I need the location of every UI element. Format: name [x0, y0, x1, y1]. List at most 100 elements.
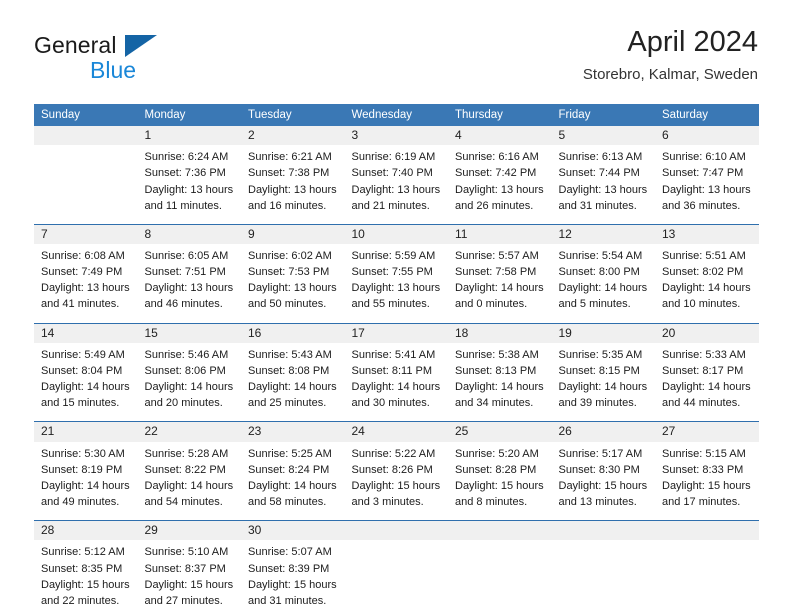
day-cell-14[interactable]: Sunrise: 5:49 AM Sunset: 8:04 PM Daylight:… — [34, 342, 138, 422]
day-info-line: Daylight: 15 hours — [351, 479, 441, 492]
day-info-line: Sunset: 7:49 PM — [41, 266, 123, 279]
day-cell-6[interactable]: Sunrise: 6:10 AM Sunset: 7:47 PM Daylight:… — [655, 145, 759, 225]
day-cell-12[interactable]: Sunrise: 5:54 AM Sunset: 8:00 PM Daylight:… — [551, 244, 655, 324]
day-number-23[interactable]: 23 — [241, 421, 345, 442]
day-info-line: Sunrise: 5:15 AM — [662, 447, 746, 460]
day-info-line: Sunrise: 6:05 AM — [144, 250, 229, 262]
day-number-28[interactable]: 28 — [34, 520, 138, 541]
day-number-7[interactable]: 7 — [34, 223, 138, 244]
day-info-line: Daylight: 15 hours — [41, 578, 130, 591]
day-info-line: Sunrise: 5:49 AM — [41, 348, 125, 361]
day-cell-9[interactable]: Sunrise: 6:02 AM Sunset: 7:53 PM Daylight:… — [241, 244, 345, 324]
day-info-line: Daylight: 14 hours — [248, 381, 337, 394]
day-number-24[interactable]: 24 — [344, 421, 448, 442]
day-number-1[interactable]: 1 — [137, 126, 241, 146]
day-info-line: Sunrise: 5:41 AM — [351, 348, 436, 361]
title-block: April 2024 Storebro, Kalmar, Sweden — [583, 26, 758, 84]
day-number-17[interactable]: 17 — [344, 322, 448, 343]
day-info-line: and 20 minutes. — [144, 397, 223, 410]
day-number-2[interactable]: 2 — [241, 126, 345, 146]
day-info-line: Sunset: 8:35 PM — [41, 562, 123, 575]
day-cell-23[interactable]: Sunrise: 5:25 AM Sunset: 8:24 PM Daylight:… — [241, 441, 345, 521]
day-info-line: Sunset: 8:39 PM — [248, 562, 330, 575]
day-number-30[interactable]: 30 — [241, 520, 345, 541]
day-info-line: Sunset: 8:11 PM — [351, 364, 433, 377]
day-number-9[interactable]: 9 — [241, 223, 345, 244]
day-cell-7[interactable]: Sunrise: 6:08 AM Sunset: 7:49 PM Daylight:… — [34, 244, 138, 324]
day-number-8[interactable]: 8 — [137, 223, 241, 244]
day-number-22[interactable]: 22 — [137, 421, 241, 442]
day-info-line: Daylight: 14 hours — [41, 381, 130, 394]
day-cell-24[interactable]: Sunrise: 5:22 AM Sunset: 8:26 PM Daylight:… — [344, 441, 448, 521]
day-number-empty — [344, 520, 448, 541]
day-cell-25[interactable]: Sunrise: 5:20 AM Sunset: 8:28 PM Daylight:… — [448, 441, 552, 521]
day-cell-26[interactable]: Sunrise: 5:17 AM Sunset: 8:30 PM Daylight:… — [551, 441, 655, 521]
day-cell-19[interactable]: Sunrise: 5:35 AM Sunset: 8:15 PM Daylight:… — [551, 342, 655, 422]
day-number-11[interactable]: 11 — [448, 223, 552, 244]
day-number-6[interactable]: 6 — [655, 126, 759, 146]
day-number-27[interactable]: 27 — [655, 421, 759, 442]
day-info-line: Daylight: 13 hours — [558, 183, 648, 196]
day-info-line: and 36 minutes. — [662, 199, 741, 212]
day-cell-21[interactable]: Sunrise: 5:30 AM Sunset: 8:19 PM Daylight:… — [34, 441, 138, 521]
day-number-25[interactable]: 25 — [448, 421, 552, 442]
day-info-line: Sunrise: 5:20 AM — [455, 447, 539, 460]
general-blue-logo[interactable]: General Blue — [34, 26, 234, 86]
day-cell-22[interactable]: Sunrise: 5:28 AM Sunset: 8:22 PM Daylight:… — [137, 441, 241, 521]
day-info-line: Daylight: 14 hours — [41, 479, 130, 492]
day-number-15[interactable]: 15 — [137, 322, 241, 343]
day-cell-29[interactable]: Sunrise: 5:10 AM Sunset: 8:37 PM Daylight:… — [137, 540, 241, 612]
day-number-4[interactable]: 4 — [448, 126, 552, 146]
day-number-14[interactable]: 14 — [34, 322, 138, 343]
day-cell-18[interactable]: Sunrise: 5:38 AM Sunset: 8:13 PM Daylight:… — [448, 342, 552, 422]
day-info-line: Sunrise: 5:28 AM — [144, 447, 229, 460]
day-number-10[interactable]: 10 — [344, 223, 448, 244]
day-info-line: and 15 minutes. — [41, 397, 120, 410]
day-info-line: Daylight: 15 hours — [662, 479, 751, 492]
day-info-line: and 11 minutes. — [144, 199, 222, 212]
day-cell-16[interactable]: Sunrise: 5:43 AM Sunset: 8:08 PM Daylight:… — [241, 342, 345, 422]
day-cell-10[interactable]: Sunrise: 5:59 AM Sunset: 7:55 PM Daylight:… — [344, 244, 448, 324]
day-cell-empty — [655, 540, 759, 612]
day-info-line: Sunset: 8:37 PM — [144, 562, 226, 575]
day-info-line: Daylight: 13 hours — [351, 282, 441, 295]
calendar-body: 123456 Sunrise: 6:24 AM Sunset: 7:36 PM Da… — [34, 126, 759, 612]
day-number-empty — [655, 520, 759, 541]
day-cell-11[interactable]: Sunrise: 5:57 AM Sunset: 7:58 PM Daylight:… — [448, 244, 552, 324]
day-cell-5[interactable]: Sunrise: 6:13 AM Sunset: 7:44 PM Daylight:… — [551, 145, 655, 225]
week-daynumber-row: 21 22 23 24 25 26 27 — [34, 421, 759, 442]
page-header: General Blue April 2024 Storebro, Kalmar… — [34, 26, 758, 96]
day-cell-13[interactable]: Sunrise: 5:51 AM Sunset: 8:02 PM Daylight:… — [655, 244, 759, 324]
day-cell-1[interactable]: Sunrise: 6:24 AM Sunset: 7:36 PM Daylight:… — [137, 145, 241, 225]
day-info-line: and 8 minutes. — [455, 496, 528, 509]
day-number-29[interactable]: 29 — [137, 520, 241, 541]
day-cell-3[interactable]: Sunrise: 6:19 AM Sunset: 7:40 PM Daylight:… — [344, 145, 448, 225]
day-cell-17[interactable]: Sunrise: 5:41 AM Sunset: 8:11 PM Daylight:… — [344, 342, 448, 422]
day-info-line: and 50 minutes. — [248, 298, 327, 311]
day-cell-2[interactable]: Sunrise: 6:21 AM Sunset: 7:38 PM Daylight:… — [241, 145, 345, 225]
day-cell-27[interactable]: Sunrise: 5:15 AM Sunset: 8:33 PM Daylight:… — [655, 441, 759, 521]
day-info-line: Sunset: 7:38 PM — [248, 167, 330, 180]
day-number-26[interactable]: 26 — [551, 421, 655, 442]
day-info-line: Sunrise: 5:12 AM — [41, 546, 125, 559]
day-cell-20[interactable]: Sunrise: 5:33 AM Sunset: 8:17 PM Daylight:… — [655, 342, 759, 422]
day-cell-28[interactable]: Sunrise: 5:12 AM Sunset: 8:35 PM Daylight:… — [34, 540, 138, 612]
day-number-13[interactable]: 13 — [655, 223, 759, 244]
day-cell-30[interactable]: Sunrise: 5:07 AM Sunset: 8:39 PM Daylight:… — [241, 540, 345, 612]
day-cell-8[interactable]: Sunrise: 6:05 AM Sunset: 7:51 PM Daylight:… — [137, 244, 241, 324]
day-number-5[interactable]: 5 — [551, 126, 655, 146]
day-cell-4[interactable]: Sunrise: 6:16 AM Sunset: 7:42 PM Daylight:… — [448, 145, 552, 225]
logo-text-general: General — [34, 32, 117, 58]
day-number-16[interactable]: 16 — [241, 322, 345, 343]
day-info-line: Daylight: 14 hours — [455, 381, 544, 394]
day-number-3[interactable]: 3 — [344, 126, 448, 146]
day-info-line: Sunrise: 5:07 AM — [248, 546, 332, 559]
day-number-20[interactable]: 20 — [655, 322, 759, 343]
day-number-12[interactable]: 12 — [551, 223, 655, 244]
day-number-18[interactable]: 18 — [448, 322, 552, 343]
day-number-19[interactable]: 19 — [551, 322, 655, 343]
day-number-21[interactable]: 21 — [34, 421, 138, 442]
day-cell-15[interactable]: Sunrise: 5:46 AM Sunset: 8:06 PM Daylight:… — [137, 342, 241, 422]
day-info-line: and 34 minutes. — [455, 397, 534, 410]
day-info-line: Sunrise: 6:24 AM — [144, 151, 229, 164]
